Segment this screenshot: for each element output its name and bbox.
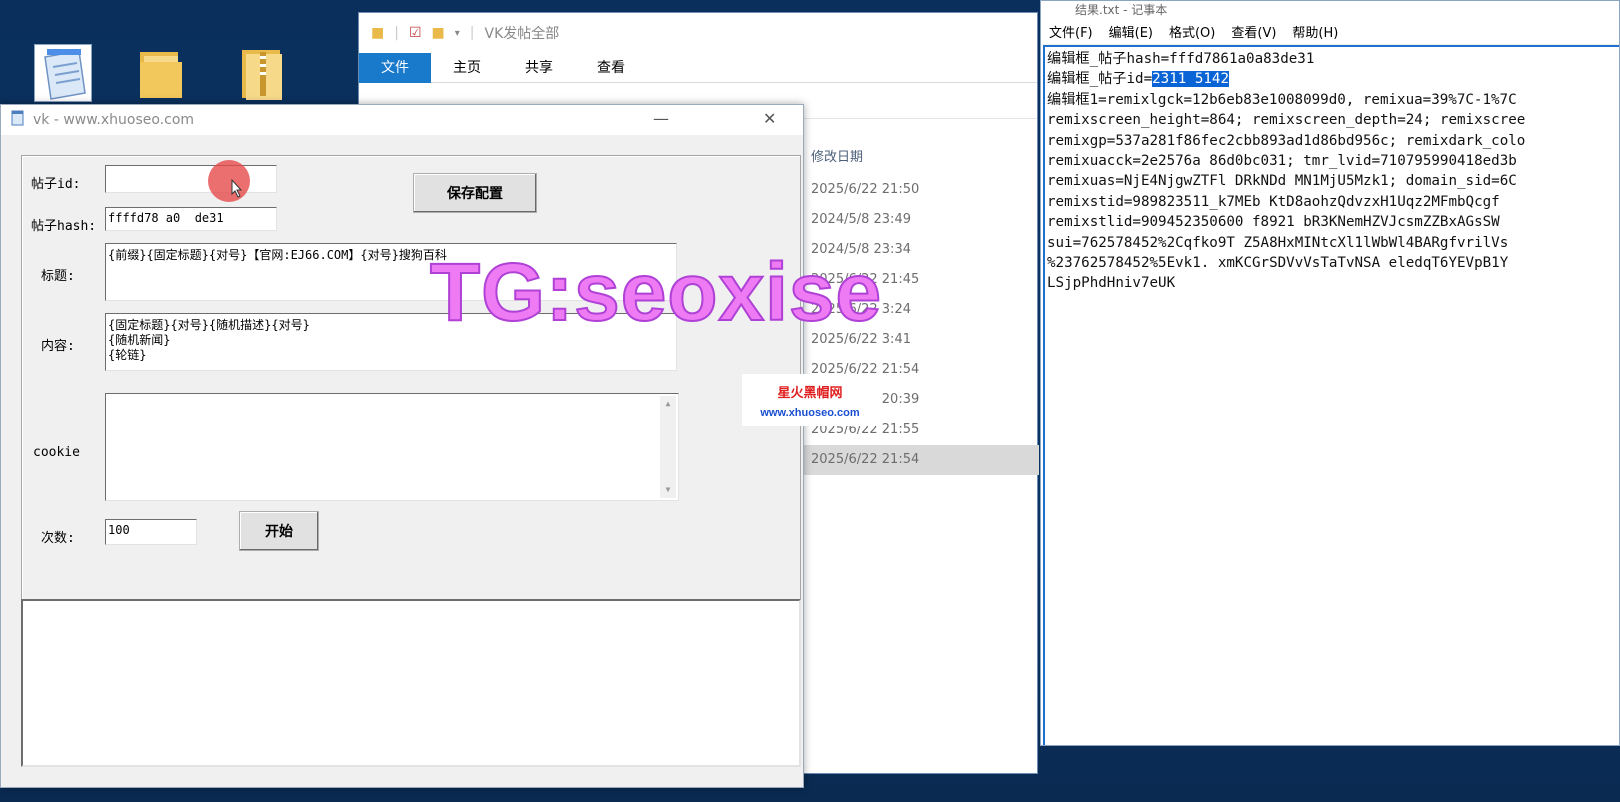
text-line: 编辑框1=remixlgck=12b6eb83e1008099d0, remix… bbox=[1047, 91, 1517, 108]
tab-home[interactable]: 主页 bbox=[431, 53, 503, 83]
tab-share[interactable]: 共享 bbox=[503, 53, 575, 83]
notepad-menubar: 文件(F) 编辑(E) 格式(O) 查看(V) 帮助(H) bbox=[1041, 19, 1619, 45]
notepad-window: 结果.txt - 记事本 文件(F) 编辑(E) 格式(O) 查看(V) 帮助(… bbox=[1040, 0, 1620, 746]
vk-tool-window: vk - www.xhuoseo.com — ✕ 帖子id: 保存配置 帖子ha… bbox=[0, 104, 804, 788]
cursor-highlight bbox=[208, 160, 250, 202]
dropdown-icon[interactable]: ▾ bbox=[455, 28, 460, 39]
count-input[interactable]: 100 bbox=[105, 519, 197, 545]
folder-desktop-icon[interactable] bbox=[136, 46, 186, 102]
list-item[interactable]: 2024/5/8 23:49 bbox=[799, 205, 1039, 235]
count-label: 次数: bbox=[41, 531, 75, 546]
title-label: 标题: bbox=[41, 269, 75, 284]
separator: | bbox=[394, 25, 399, 41]
brand-name: 星火黑帽网 bbox=[777, 386, 843, 401]
log-output[interactable] bbox=[21, 599, 801, 767]
folder-icon: ■ bbox=[371, 25, 385, 41]
text-line: remixuacck=2e2576a 86d0bc031; tmr_lvid=7… bbox=[1047, 153, 1517, 170]
notepad-desktop-icon[interactable] bbox=[34, 44, 92, 102]
menu-format[interactable]: 格式(O) bbox=[1169, 22, 1215, 41]
app-icon bbox=[11, 110, 25, 130]
tab-view[interactable]: 查看 bbox=[575, 53, 647, 83]
tab-file[interactable]: 文件 bbox=[359, 52, 431, 83]
text-line: sui=762578452%2Cqfko9T Z5A8HxMINtcXl1lWb… bbox=[1047, 234, 1509, 251]
menu-edit[interactable]: 编辑(E) bbox=[1109, 22, 1153, 41]
folder-icon: ■ bbox=[431, 25, 445, 41]
close-icon[interactable]: ✕ bbox=[763, 109, 776, 128]
minimize-icon[interactable]: — bbox=[653, 109, 669, 128]
window-title: vk - www.xhuoseo.com bbox=[33, 112, 195, 128]
brand-badge: 星火黑帽网 www.xhuoseo.com bbox=[742, 374, 878, 426]
text-line: LSjpPhdHniv7eUK bbox=[1047, 275, 1176, 292]
explorer-title: VK发帖全部 bbox=[484, 26, 560, 42]
notepad-title: 结果.txt - 记事本 bbox=[1075, 3, 1168, 17]
cookie-textarea[interactable]: ▲ ▼ bbox=[105, 393, 679, 501]
start-button[interactable]: 开始 bbox=[239, 511, 319, 551]
text-line: remixuas=NjE4NjgwZTFl DRkNDd MN1MjU5Mzk1… bbox=[1047, 173, 1517, 190]
mouse-pointer-icon bbox=[231, 178, 243, 198]
brand-url: www.xhuoseo.com bbox=[760, 407, 860, 419]
explorer-ribbon: 文件 主页 共享 查看 bbox=[359, 52, 1037, 83]
post-hash-label: 帖子hash: bbox=[31, 219, 97, 234]
post-id-label: 帖子id: bbox=[31, 177, 81, 192]
scroll-up-icon[interactable]: ▲ bbox=[660, 396, 676, 412]
vk-titlebar: vk - www.xhuoseo.com — ✕ bbox=[1, 105, 803, 135]
cookie-label: cookie bbox=[33, 445, 80, 460]
separator: | bbox=[469, 25, 475, 41]
checkbox-icon[interactable]: ☑ bbox=[409, 25, 422, 41]
list-item[interactable]: 2025/6/22 21:50 bbox=[799, 175, 1039, 205]
text-line: 编辑框_帖子hash=fffd7861a0a83de31 bbox=[1047, 51, 1315, 67]
scroll-down-icon[interactable]: ▼ bbox=[660, 482, 676, 498]
text-line-prefix: 编辑框_帖子id= bbox=[1047, 71, 1153, 88]
text-line: remixgp=537a281f86fec2cbb893ad1d86bd956c… bbox=[1047, 132, 1526, 149]
list-item-selected[interactable]: 2025/6/22 21:54 bbox=[799, 445, 1039, 475]
zip-folder-desktop-icon[interactable] bbox=[238, 44, 286, 102]
text-line: %23762578452%5Evk1. xmKCGrSDVvVsTaTvNSA … bbox=[1047, 255, 1509, 272]
text-line: 编辑框_帖子id=2311 5142 bbox=[1047, 69, 1617, 89]
selected-text: 2311 5142 bbox=[1152, 71, 1229, 88]
menu-help[interactable]: 帮助(H) bbox=[1292, 22, 1338, 41]
content-label: 内容: bbox=[41, 339, 75, 354]
post-id-input[interactable] bbox=[105, 165, 277, 193]
save-config-button[interactable]: 保存配置 bbox=[413, 173, 537, 213]
cookie-scrollbar[interactable]: ▲ ▼ bbox=[660, 396, 676, 498]
text-line: remixstid=989823511_k7MEb KtD8aohzQdvzxH… bbox=[1047, 193, 1500, 210]
notepad-text-area[interactable]: 编辑框_帖子hash=fffd7861a0a83de31 编辑框_帖子id=231… bbox=[1043, 45, 1619, 745]
text-line: remixstlid=909452350600 f8921 bR3KNemHZV… bbox=[1047, 214, 1500, 231]
menu-view[interactable]: 查看(V) bbox=[1231, 22, 1276, 41]
post-hash-input[interactable]: ffffd78 a0 de31 bbox=[105, 207, 277, 231]
column-header-modified[interactable]: 修改日期 bbox=[799, 141, 1039, 175]
menu-file[interactable]: 文件(F) bbox=[1049, 22, 1093, 41]
text-line: remixscreen_height=864; remixscreen_dept… bbox=[1047, 112, 1526, 129]
watermark-text: TG:seoxise bbox=[429, 246, 883, 339]
explorer-titlebar: ■ | ☑ ■ ▾ | VK发帖全部 bbox=[359, 13, 1037, 53]
